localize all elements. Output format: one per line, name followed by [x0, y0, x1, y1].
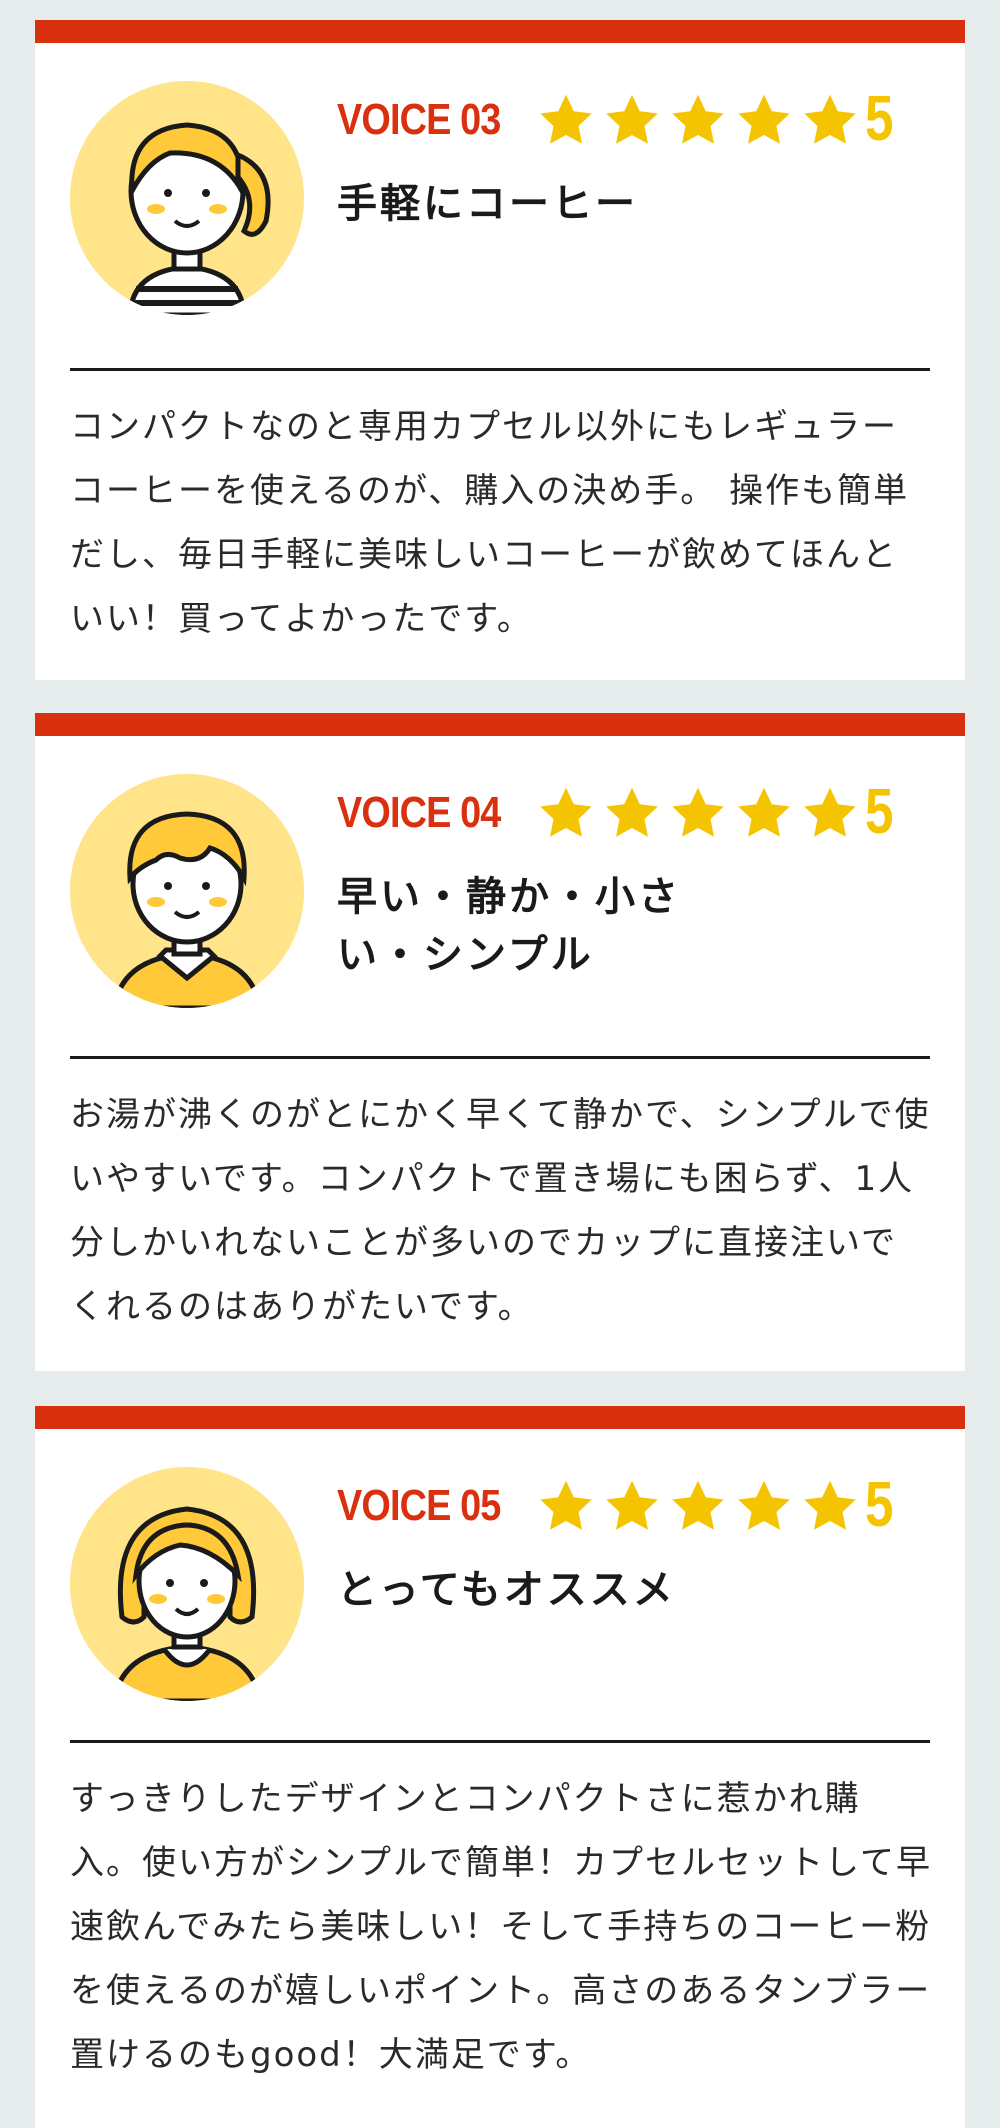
star-icon: [606, 787, 658, 837]
divider: [70, 1056, 930, 1059]
voice-label: VOICE 04: [337, 788, 501, 837]
star-icon: [672, 1480, 724, 1530]
review-body: すっきりしたデザインとコンパクトさに惹かれ購入。使い方がシンプルで簡単！カプセル…: [70, 1779, 932, 2075]
star-icon: [606, 94, 658, 144]
star-icon: [738, 94, 790, 144]
review-body: お湯が沸くのがとにかく早くて静かで、シンプルで使いやすいです。コンパクトで置き場…: [70, 1095, 931, 1327]
star-icon: [804, 787, 856, 837]
review-title: とってもオススメ: [337, 1567, 676, 1613]
review-title: 早い・静か・小さい・シンプル: [337, 874, 681, 978]
man-avatar-icon: [70, 774, 304, 1008]
star-icon: [738, 787, 790, 837]
rating-value: 5: [865, 775, 894, 847]
star-icon: [804, 1480, 856, 1530]
star-icon: [672, 787, 724, 837]
star-icon: [606, 1480, 658, 1530]
star-icon: [672, 94, 724, 144]
woman-bob-avatar-icon: [70, 1467, 304, 1701]
review-card: VOICE 05 5 とってもオススメ すっきりしたデザインとコンパクトさに惹か…: [35, 1406, 965, 2128]
star-rating: [535, 91, 861, 151]
divider: [70, 1740, 930, 1743]
divider: [70, 368, 930, 371]
star-icon: [540, 1480, 592, 1530]
star-icon: [804, 94, 856, 144]
star-icon: [738, 1480, 790, 1530]
woman-ponytail-avatar-icon: [70, 81, 304, 315]
star-rating: [535, 1477, 861, 1537]
star-rating: [535, 784, 861, 844]
star-icon: [540, 787, 592, 837]
review-card: VOICE 03 5 手軽にコーヒー コンパクトなのと専用カプセル以外にもレギュ…: [35, 20, 965, 680]
voice-label: VOICE 05: [337, 1481, 501, 1530]
voice-label: VOICE 03: [337, 95, 501, 144]
review-title: 手軽にコーヒー: [337, 181, 638, 227]
rating-value: 5: [865, 1468, 894, 1540]
review-card: VOICE 04 5 早い・静か・小さい・シンプル お湯が沸くのがとにかく早くて…: [35, 713, 965, 1371]
star-icon: [540, 94, 592, 144]
rating-value: 5: [865, 82, 894, 154]
review-body: コンパクトなのと専用カプセル以外にもレギュラーコーヒーを使えるのが、購入の決め手…: [70, 407, 910, 639]
